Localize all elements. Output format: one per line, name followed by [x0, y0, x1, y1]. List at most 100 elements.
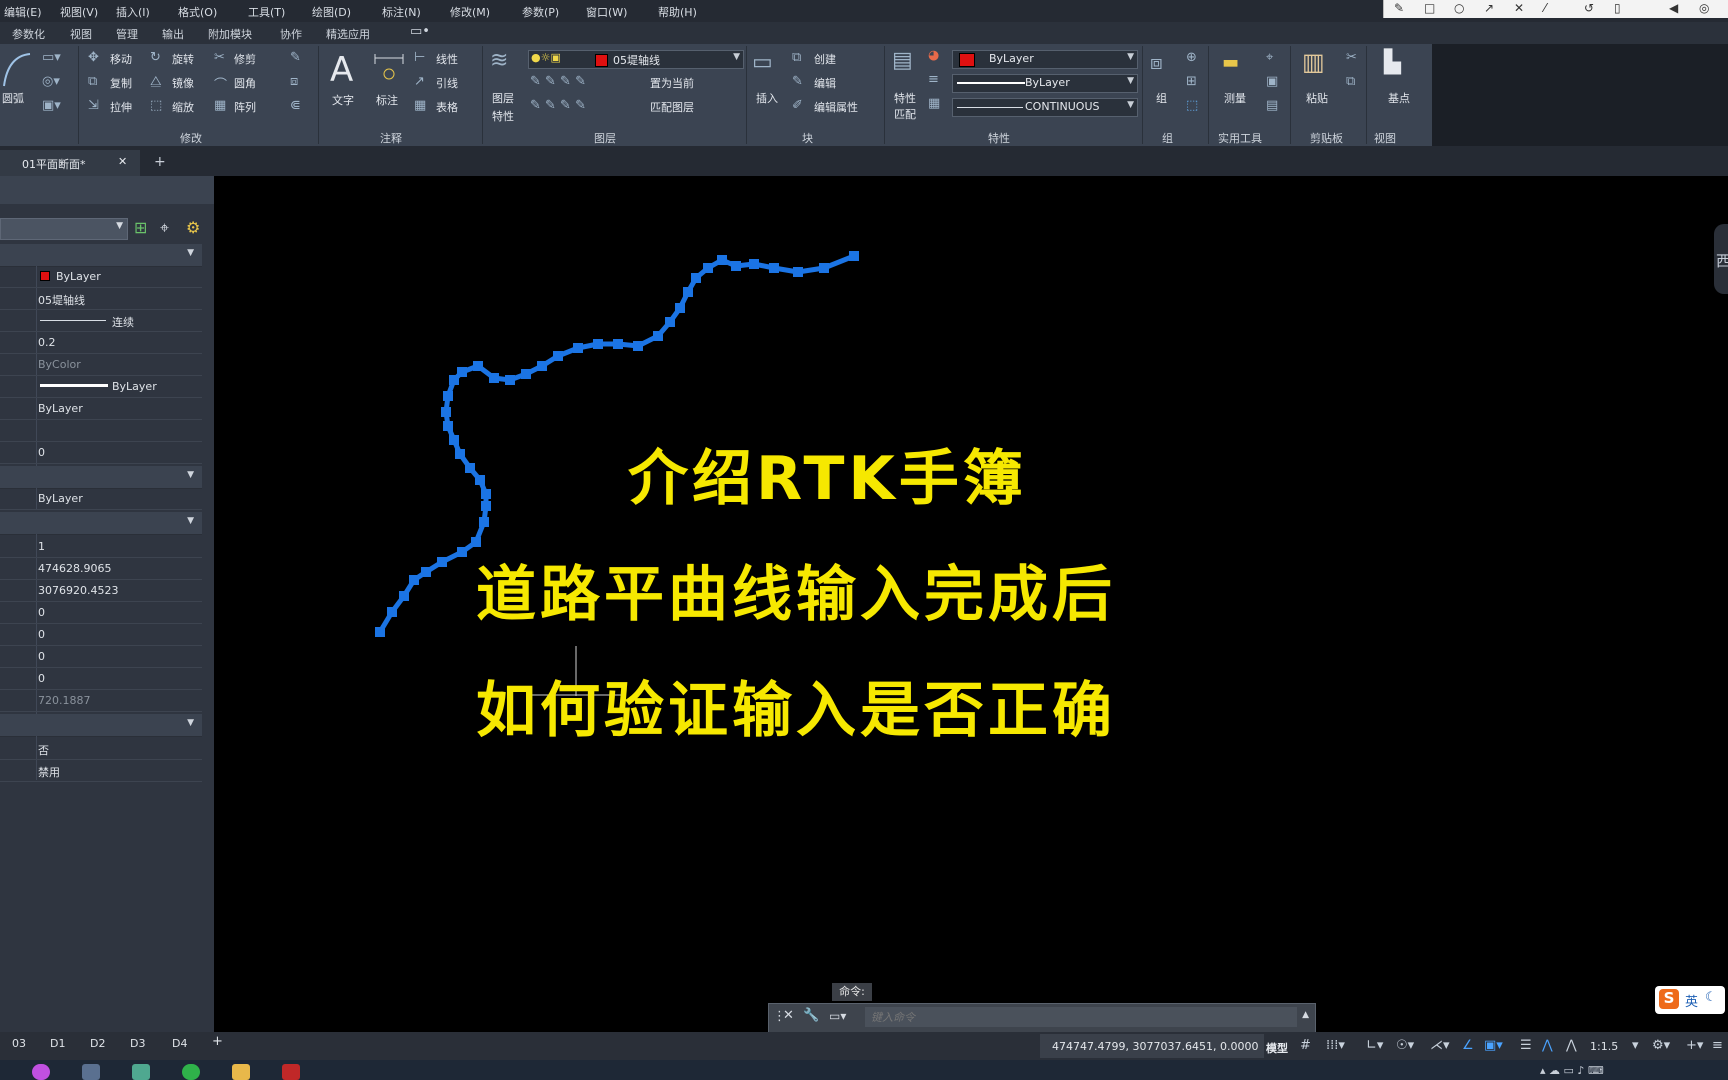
vertex-grip[interactable] [819, 263, 829, 273]
utilities-panel-label[interactable]: 实用工具 [1218, 130, 1262, 146]
scale-button[interactable]: 缩放 [172, 99, 194, 115]
rectangle-icon[interactable]: ▭▾ [42, 50, 61, 65]
vertex-grip[interactable] [573, 343, 583, 353]
layout-tab-d1[interactable]: D1 [50, 1037, 65, 1050]
select-all-icon[interactable]: ▣ [1266, 74, 1278, 89]
vertex-grip[interactable] [457, 367, 467, 377]
layout-tab-d3[interactable]: D3 [130, 1037, 145, 1050]
chevron-up-icon[interactable]: ▲ [1302, 1010, 1309, 1020]
dimension-button[interactable]: 标注 [376, 92, 398, 108]
command-history-icon[interactable]: ▭▾ [829, 1009, 846, 1023]
prop-layer[interactable]: 05堤轴线 [0, 288, 202, 310]
menu-view[interactable]: 视图(V) [60, 4, 98, 20]
prop-global-width[interactable]: 0 [0, 646, 202, 668]
menu-dimension[interactable]: 标注(N) [382, 4, 421, 20]
vertex-grip[interactable] [749, 259, 759, 269]
vertex-grip[interactable] [849, 251, 859, 261]
color-dropdown[interactable]: ByLayer ▼ [952, 50, 1138, 69]
edit-block-button[interactable]: 编辑 [814, 75, 836, 91]
file-explorer-icon[interactable] [232, 1064, 250, 1080]
prop-vertex[interactable]: 1 [0, 536, 202, 558]
vertex-grip[interactable] [505, 375, 515, 385]
selection-cycling-icon[interactable]: ☰ [1520, 1038, 1532, 1053]
gear-icon[interactable]: ⚙▾ [1652, 1038, 1670, 1053]
plus-icon[interactable]: +▾ [1686, 1038, 1703, 1053]
vertex-grip[interactable] [399, 591, 409, 601]
layer-tool-icons-row1[interactable]: ✎ ✎ ✎ ✎ [530, 74, 586, 89]
layout-tab-d4[interactable]: D4 [172, 1037, 187, 1050]
close-icon[interactable]: ✕ [118, 155, 127, 168]
layer-properties-line2[interactable]: 特性 [492, 108, 514, 124]
vertex-grip[interactable] [537, 361, 547, 371]
arc-icon[interactable] [2, 50, 32, 90]
move-button[interactable]: 移动 [110, 51, 132, 67]
vertex-grip[interactable] [449, 435, 459, 445]
prop-thickness[interactable]: 0 [0, 442, 202, 464]
vertex-grip[interactable] [521, 369, 531, 379]
menu-parameters[interactable]: 参数(P) [522, 4, 559, 20]
group-button[interactable]: 组 [1156, 90, 1167, 106]
osnap-tracking-icon[interactable]: ⋌▾ [1430, 1038, 1450, 1053]
menu-window[interactable]: 窗口(W) [586, 4, 627, 20]
prop-color[interactable]: ByLayer [0, 266, 202, 288]
pen-icon[interactable]: ✎ [1394, 1, 1404, 15]
vertex-grip[interactable] [387, 607, 397, 617]
tray-icons[interactable]: ▴ ☁ ▭ ♪ ⌨ [1540, 1064, 1604, 1077]
match-properties-line2[interactable]: 匹配 [894, 106, 916, 122]
calculator-app-icon[interactable] [132, 1064, 150, 1080]
brush-icon[interactable]: ⁄ [1544, 1, 1546, 15]
section-3d-visual[interactable]: ▼ [0, 466, 202, 489]
cut-icon[interactable]: ✂ [1346, 50, 1357, 65]
base-point-button[interactable]: 基点 [1388, 90, 1410, 106]
lineweight-dropdown[interactable]: ByLayer ▼ [952, 74, 1138, 93]
vertex-grip[interactable] [703, 263, 713, 273]
layer-properties-line1[interactable]: 图层 [492, 90, 514, 106]
vertex-grip[interactable] [409, 575, 419, 585]
vertex-grip[interactable] [613, 339, 623, 349]
ungroup-icon[interactable]: ⊕ [1186, 50, 1197, 65]
command-input[interactable] [865, 1007, 1297, 1027]
shield-icon[interactable]: ◎ [1699, 1, 1709, 15]
circle-icon[interactable]: ○ [1454, 1, 1464, 15]
vertex-grip[interactable] [731, 261, 741, 271]
vertex-grip[interactable] [455, 449, 465, 459]
quick-select-icon[interactable]: ⚙ [186, 218, 200, 237]
vertex-grip[interactable] [665, 317, 675, 327]
measure-button[interactable]: 测量 [1224, 90, 1246, 106]
insert-button[interactable]: 插入 [756, 90, 778, 106]
vertex-grip[interactable] [793, 267, 803, 277]
quick-select-icon[interactable]: ⌖ [1266, 50, 1273, 65]
add-layout-button[interactable]: + [212, 1034, 223, 1049]
vertex-grip[interactable] [593, 339, 603, 349]
tab-view[interactable]: 视图 [70, 26, 92, 42]
browser-app-icon[interactable] [32, 1064, 50, 1080]
leader-button[interactable]: 引线 [436, 75, 458, 91]
vertex-grip[interactable] [489, 373, 499, 383]
paste-button[interactable]: 粘贴 [1306, 90, 1328, 106]
vertex-grip[interactable] [443, 421, 453, 431]
fillet-button[interactable]: 圆角 [234, 75, 256, 91]
prop-closed[interactable]: 否 [0, 738, 202, 760]
drawing-canvas[interactable]: 西 介绍RTK手簿 道路平曲线输入完成后 如何验证输入是否正确 [214, 176, 1728, 1032]
menu-edit[interactable]: 编辑(E) [4, 4, 42, 20]
vertex-grip[interactable] [443, 391, 453, 401]
prop-material[interactable]: ByLayer [0, 488, 202, 510]
vertex-grip[interactable] [475, 475, 485, 485]
menu-tools[interactable]: 工具(T) [248, 4, 285, 20]
create-block-button[interactable]: 创建 [814, 51, 836, 67]
section-general[interactable]: ▼ [0, 244, 202, 267]
menu-help[interactable]: 帮助(H) [658, 4, 697, 20]
prop-hyperlink[interactable] [0, 420, 202, 442]
annotation-visibility-icon[interactable]: ⋀ [1542, 1038, 1553, 1053]
set-current-button[interactable]: 置为当前 [650, 75, 694, 91]
vertex-grip[interactable] [375, 627, 385, 637]
menu-icon[interactable]: ≡ [1712, 1038, 1723, 1053]
edit-attributes-button[interactable]: 编辑属性 [814, 99, 858, 115]
annotation-auto-scale-icon[interactable]: ⋀ [1566, 1038, 1577, 1053]
vertex-grip[interactable] [717, 255, 727, 265]
prop-linetype[interactable]: 连续 [0, 310, 202, 332]
clipboard-panel-label[interactable]: 剪贴板 [1310, 130, 1343, 146]
wechat-app-icon[interactable] [182, 1064, 200, 1080]
vertex-grip[interactable] [481, 501, 491, 511]
document-tab[interactable]: 01平面断面* ✕ [0, 150, 140, 176]
